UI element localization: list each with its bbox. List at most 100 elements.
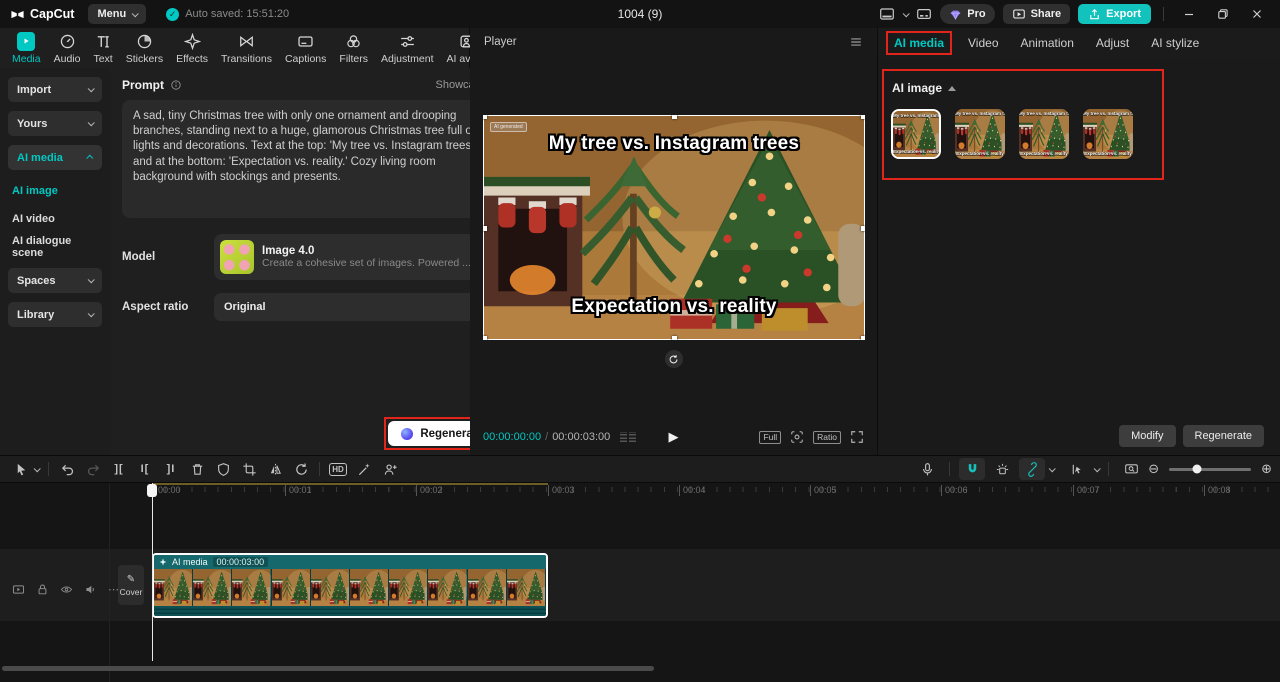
track-select-chevron[interactable]: [1094, 465, 1101, 472]
track-select-icon[interactable]: [1064, 458, 1090, 480]
filmstrip-frame: [389, 569, 428, 606]
play-button[interactable]: ▶: [669, 429, 679, 445]
ruler-label: 00:02: [416, 485, 443, 496]
caption-bottom[interactable]: Expectation vs. reality: [483, 296, 865, 318]
timeline[interactable]: 00:00 00:01 00:02 00:03 00:04 00:05 00:0…: [0, 483, 1280, 682]
focus-icon[interactable]: [790, 430, 804, 444]
model-select[interactable]: Image 4.0 Create a cohesive set of image…: [214, 234, 494, 280]
layout-panel-icon[interactable]: [879, 6, 895, 22]
clip-duration: 00:00:03:00: [213, 557, 269, 567]
menu-button[interactable]: Menu: [88, 4, 146, 24]
tab-captions[interactable]: Captions: [279, 32, 332, 65]
zoom-slider-thumb[interactable]: [1192, 465, 1201, 474]
share-button[interactable]: Share: [1003, 4, 1071, 24]
timeline-clip[interactable]: AI media 00:00:03:00: [152, 553, 548, 618]
collapse-icon[interactable]: [948, 86, 956, 91]
cover-button[interactable]: ✎ Cover: [118, 565, 144, 605]
cursor-tool-icon[interactable]: [8, 458, 34, 480]
video-preview[interactable]: AI generated My tree vs. Instagram trees…: [483, 115, 865, 340]
link-clips-icon[interactable]: [1019, 458, 1045, 480]
player-menu-icon[interactable]: [849, 35, 863, 49]
sidebar-item-yours[interactable]: Yours: [8, 111, 102, 136]
hd-quality-icon[interactable]: HD: [325, 458, 351, 480]
modify-button[interactable]: Modify: [1119, 425, 1175, 447]
thumbnail-2[interactable]: My tree vs. Instagram trees Expectation …: [955, 109, 1005, 159]
regenerate-button-right[interactable]: Regenerate: [1183, 425, 1265, 447]
prompt-input[interactable]: A sad, tiny Christmas tree with only one…: [122, 100, 494, 218]
mask-icon[interactable]: [210, 458, 236, 480]
hide-track-icon[interactable]: [60, 583, 73, 596]
caption-top[interactable]: My tree vs. Instagram trees: [483, 133, 865, 155]
tab-adjust[interactable]: Adjust: [1096, 36, 1129, 50]
character-icon[interactable]: [377, 458, 403, 480]
snapping-icon[interactable]: [989, 458, 1015, 480]
tab-ai-media[interactable]: AI media: [894, 36, 944, 50]
rotate-handle[interactable]: [665, 350, 683, 368]
magnet-snap-icon[interactable]: [959, 458, 985, 480]
pro-button[interactable]: Pro: [940, 4, 994, 24]
playhead-handle[interactable]: [147, 484, 157, 497]
aspect-ratio-select[interactable]: Original: [214, 293, 494, 321]
ruler-label: 00:01: [285, 485, 312, 496]
tab-animation[interactable]: Animation: [1021, 36, 1074, 50]
tab-video[interactable]: Video: [968, 36, 998, 50]
close-button[interactable]: [1244, 8, 1270, 20]
mute-track-icon[interactable]: [84, 583, 97, 596]
filmstrip-frame: [311, 569, 350, 606]
full-quality-badge[interactable]: Full: [759, 431, 781, 444]
split-icon[interactable]: ][: [106, 458, 132, 480]
delete-left-icon[interactable]: I[: [132, 458, 158, 480]
cursor-tool-chevron[interactable]: [34, 465, 41, 472]
crop-icon[interactable]: [236, 458, 262, 480]
tab-text[interactable]: Text: [87, 32, 118, 65]
ai-sparkle-icon: [159, 558, 167, 566]
frame-view-icon[interactable]: [620, 432, 636, 442]
sidebar-item-ai-media[interactable]: AI media: [8, 145, 102, 170]
sidebar-item-ai-dialogue-scene[interactable]: AI dialogue scene: [8, 235, 102, 259]
timeline-zoom-slider[interactable]: [1169, 468, 1251, 471]
autosave-check-icon: ✓: [166, 8, 179, 21]
time-ruler[interactable]: 00:00 00:01 00:02 00:03 00:04 00:05 00:0…: [110, 483, 1280, 499]
sidebar-item-spaces[interactable]: Spaces: [8, 268, 102, 293]
sidebar-item-ai-video[interactable]: AI video: [8, 207, 102, 231]
mirror-icon[interactable]: [262, 458, 288, 480]
zoom-in-icon[interactable]: ⊕: [1261, 461, 1272, 477]
undo-icon[interactable]: [54, 458, 80, 480]
thumbnail-4[interactable]: My tree vs. Instagram trees Expectation …: [1083, 109, 1133, 159]
minimize-button[interactable]: [1176, 8, 1202, 20]
more-options-icon[interactable]: ⋯: [108, 583, 120, 596]
tab-filters[interactable]: Filters: [333, 32, 374, 65]
preview-quality-icon[interactable]: [1118, 458, 1144, 480]
tab-stickers[interactable]: Stickers: [120, 32, 169, 65]
fullscreen-icon[interactable]: [850, 430, 864, 444]
thumbnail-3[interactable]: My tree vs. Instagram trees Expectation …: [1019, 109, 1069, 159]
thumbnail-1[interactable]: My tree vs. Instagram trees Expectation …: [891, 109, 941, 159]
restore-button[interactable]: [1210, 8, 1236, 20]
sidebar-item-import[interactable]: Import: [8, 77, 102, 102]
delete-right-icon[interactable]: ]I: [158, 458, 184, 480]
link-chevron[interactable]: [1049, 465, 1056, 472]
tab-ai-stylize[interactable]: AI stylize: [1151, 36, 1199, 50]
tab-effects[interactable]: Effects: [170, 32, 214, 65]
playhead-line[interactable]: [152, 483, 153, 661]
record-voiceover-icon[interactable]: [914, 458, 940, 480]
compact-panel-icon[interactable]: [916, 6, 932, 22]
ratio-badge[interactable]: Ratio: [813, 431, 841, 444]
tab-adjustment[interactable]: Adjustment: [375, 32, 440, 65]
redo-icon[interactable]: [80, 458, 106, 480]
replace-icon[interactable]: [288, 458, 314, 480]
timeline-scrollbar[interactable]: [2, 666, 654, 671]
tab-media[interactable]: Media: [6, 32, 47, 65]
lock-track-icon[interactable]: [36, 583, 49, 596]
sidebar-label: AI video: [12, 213, 55, 225]
tab-transitions[interactable]: Transitions: [215, 32, 278, 65]
export-button[interactable]: Export: [1078, 4, 1151, 24]
delete-icon[interactable]: [184, 458, 210, 480]
layout-chevron-icon[interactable]: [903, 10, 910, 17]
sidebar-item-ai-image[interactable]: AI image: [8, 179, 102, 203]
zoom-out-icon[interactable]: ⊖: [1148, 461, 1159, 477]
tab-audio[interactable]: Audio: [48, 32, 87, 65]
sidebar-item-library[interactable]: Library: [8, 302, 102, 327]
magic-tools-icon[interactable]: [351, 458, 377, 480]
info-icon[interactable]: [170, 79, 182, 91]
